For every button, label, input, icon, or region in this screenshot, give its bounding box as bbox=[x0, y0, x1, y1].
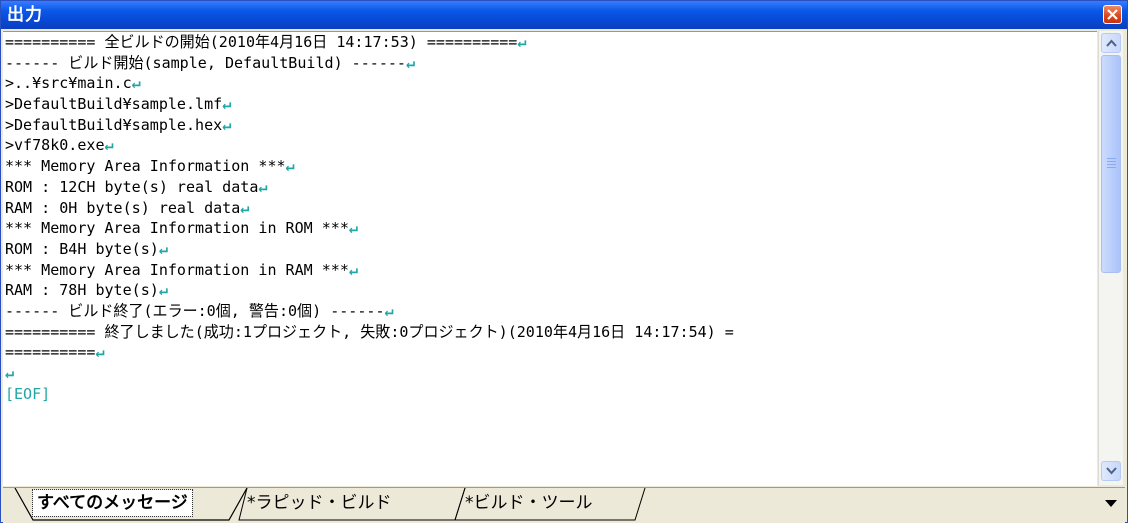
newline-marker-icon: ↵ bbox=[384, 301, 394, 320]
newline-marker-icon: ↵ bbox=[222, 95, 232, 114]
newline-marker-icon: ↵ bbox=[517, 33, 527, 51]
newline-marker-icon: ↵ bbox=[348, 219, 358, 238]
output-line: ROM : B4H byte(s)↵ bbox=[4, 239, 168, 258]
tab-build-tool[interactable]: *ビルド・ツール bbox=[465, 488, 593, 518]
output-line: >vf78k0.exe↵ bbox=[4, 136, 114, 155]
title-bar[interactable]: 出力 bbox=[1, 1, 1127, 29]
close-icon bbox=[1107, 9, 1118, 20]
dropdown-arrow-icon[interactable] bbox=[1105, 500, 1117, 507]
output-line: ↵ bbox=[3, 363, 1064, 384]
output-line: ------ ビルド終了(エラー:0個, 警告:0個) ------↵ bbox=[4, 301, 394, 320]
newline-marker-icon: ↵ bbox=[405, 53, 416, 72]
newline-marker-icon: ↵ bbox=[158, 239, 168, 258]
output-line: >DefaultBuild¥sample.lmf↵ bbox=[4, 95, 232, 114]
output-line: ROM : 12CH byte(s) real data↵ bbox=[4, 177, 268, 196]
newline-marker-icon: ↵ bbox=[4, 364, 15, 382]
output-line: RAM : 0H byte(s) real data↵ bbox=[4, 198, 250, 217]
newline-marker-icon: ↵ bbox=[158, 281, 168, 300]
newline-marker-icon: ↵ bbox=[104, 136, 114, 155]
output-line: ========== 全ビルドの開始(2010年4月16日 14:17:53) … bbox=[4, 33, 527, 51]
chevron-up-icon bbox=[1106, 39, 1117, 47]
tab-strip: すべてのメッセージ *ラピッド・ビルド *ビルド・ツール bbox=[3, 487, 1125, 523]
output-line: >..¥src¥main.c↵ bbox=[4, 74, 141, 93]
output-line: *** Memory Area Information in RAM ***↵ bbox=[4, 260, 358, 279]
newline-marker-icon: ↵ bbox=[285, 157, 295, 176]
newline-marker-icon: ↵ bbox=[131, 74, 141, 93]
output-line: ==========↵ bbox=[4, 343, 105, 362]
output-line: >DefaultBuild¥sample.hex↵ bbox=[4, 115, 232, 134]
newline-marker-icon: ↵ bbox=[348, 260, 358, 279]
output-panel: 出力 ========== 全ビルドの開始(2010年4月16日 14:17:5… bbox=[0, 0, 1128, 523]
eof-marker: [EOF] bbox=[4, 384, 51, 403]
output-line: RAM : 78H byte(s)↵ bbox=[4, 281, 168, 300]
newline-marker-icon: ↵ bbox=[240, 198, 250, 217]
output-line: ========== 終了しました(成功:1プロジェクト, 失敗:0プロジェクト… bbox=[4, 322, 734, 341]
newline-marker-icon: ↵ bbox=[258, 177, 268, 196]
tab-all-messages[interactable]: すべてのメッセージ bbox=[32, 489, 193, 517]
panel-title: 出力 bbox=[7, 5, 43, 25]
output-line: *** Memory Area Information ***↵ bbox=[4, 157, 295, 176]
output-line: *** Memory Area Information in ROM ***↵ bbox=[4, 219, 358, 238]
scroll-down-button[interactable] bbox=[1101, 461, 1121, 481]
chevron-down-icon bbox=[1106, 467, 1117, 475]
scroll-thumb[interactable] bbox=[1101, 55, 1121, 273]
newline-marker-icon: ↵ bbox=[95, 343, 105, 362]
output-text-area[interactable]: ========== 全ビルドの開始(2010年4月16日 14:17:53) … bbox=[3, 31, 1097, 486]
vertical-scrollbar[interactable] bbox=[1098, 31, 1123, 485]
close-button[interactable] bbox=[1103, 5, 1122, 24]
output-line: ------ ビルド開始(sample, DefaultBuild) -----… bbox=[4, 53, 416, 72]
tab-rapid-build[interactable]: *ラピッド・ビルド bbox=[247, 488, 392, 518]
scroll-up-button[interactable] bbox=[1101, 33, 1121, 53]
newline-marker-icon: ↵ bbox=[222, 115, 232, 134]
